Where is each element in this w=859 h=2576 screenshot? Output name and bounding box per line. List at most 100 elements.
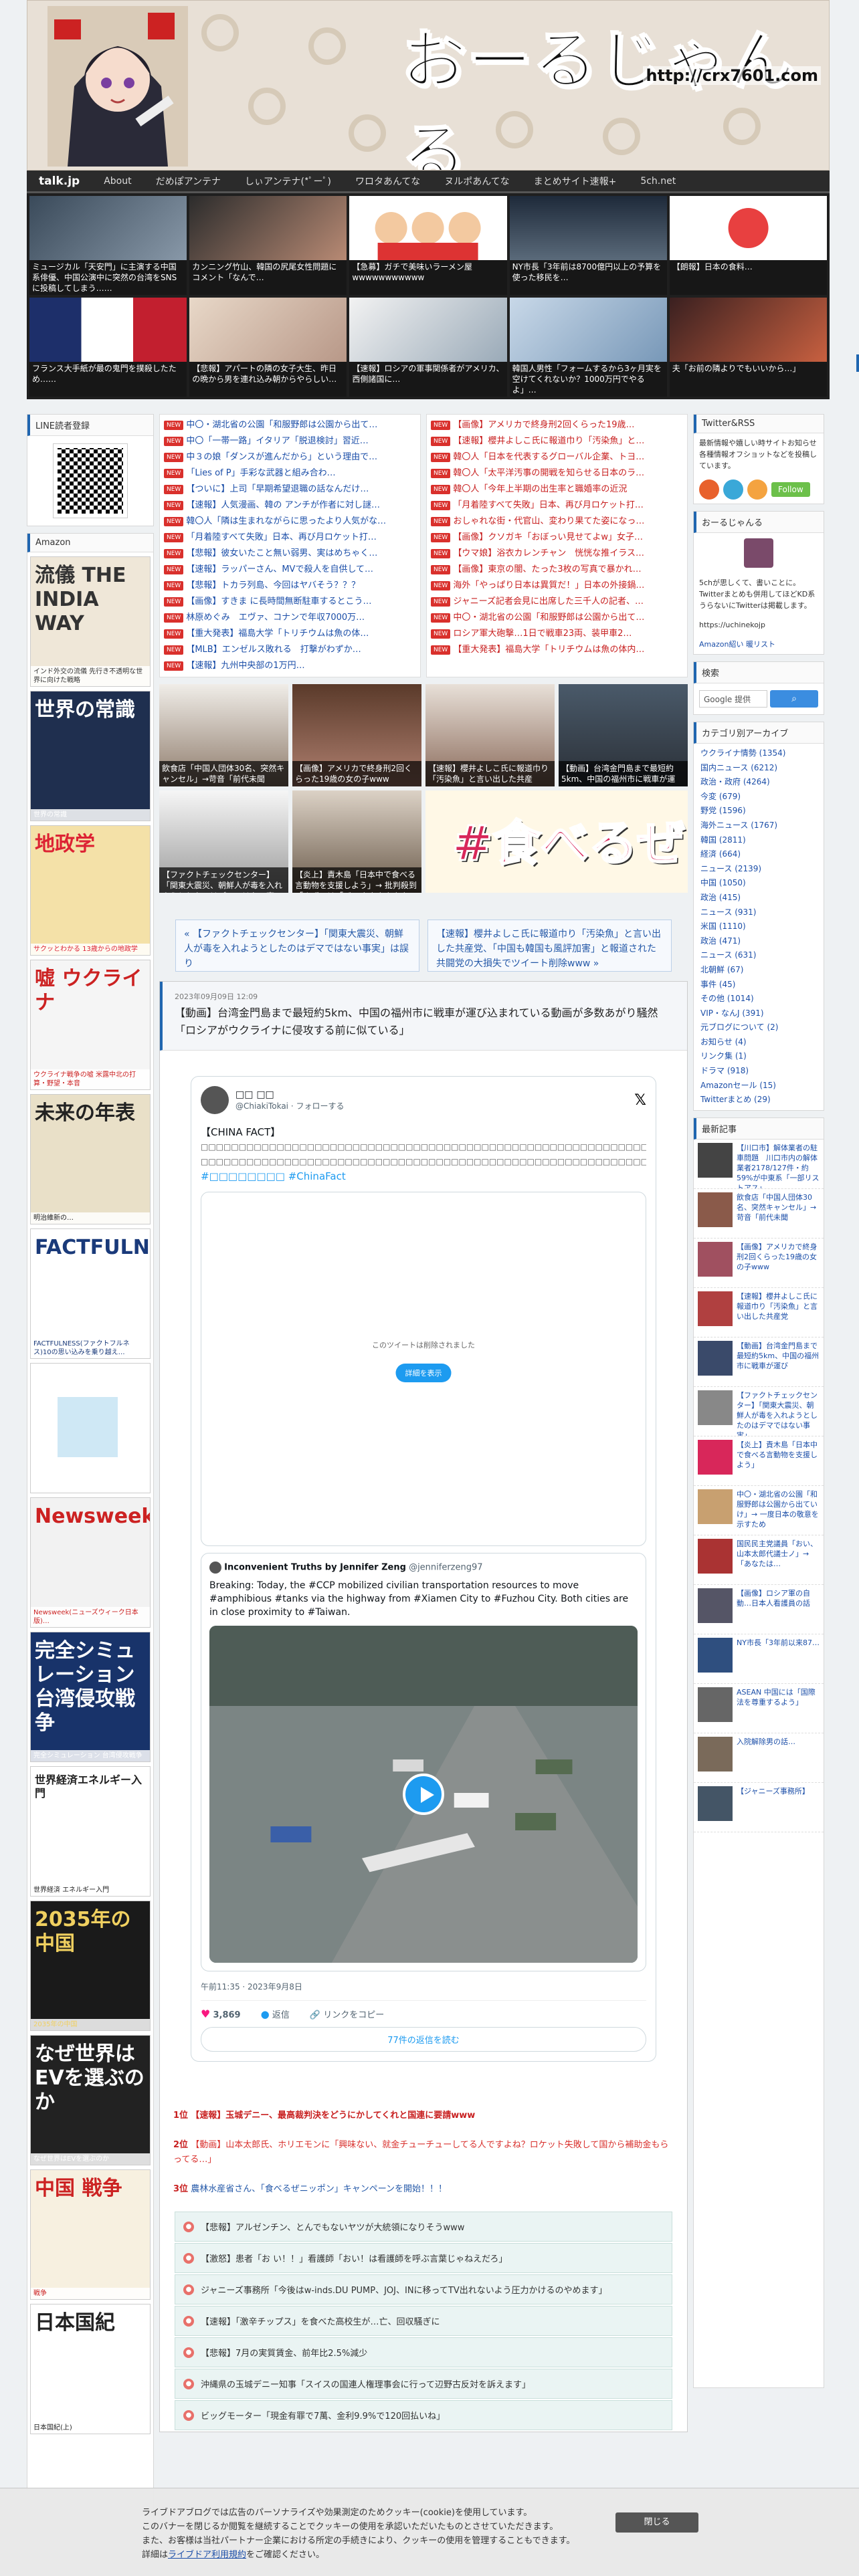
recent-article[interactable]: 【炎上】責木島「日本中で食べる言動物を支援しよう」 xyxy=(694,1436,824,1486)
pickup-thumb[interactable]: ミュージカル「天安門」に主演する中国系俳優、中国公演中に突然の台湾をSNSに投稿… xyxy=(29,196,187,295)
category-link[interactable]: 北朝鮮 (67) xyxy=(694,963,824,978)
article-title[interactable]: 【動画】台湾金門島まで最短約5km、中国の福州市に戦車が運び込まれている動画が多… xyxy=(175,1004,675,1039)
pickup-thumb[interactable]: 夫「お前の隣よりでもいいから…」 xyxy=(669,298,827,397)
recent-article[interactable]: 入院解除男の話… xyxy=(694,1733,824,1783)
headline-item[interactable]: NEW 「月着陸すべて失敗」日本、再び月ロケット打… xyxy=(164,530,416,546)
nav-item-shii-antenna[interactable]: しぃアンテナ(*ﾟーﾟ) xyxy=(233,175,343,188)
copy-link-button[interactable]: 🔗 リンクをコピー xyxy=(310,2008,384,2020)
quote-show-button[interactable]: 詳細を表示 xyxy=(395,1364,452,1382)
next-article-link[interactable]: 【速報】櫻井よしこ氏に報道巾り「汚染魚」と言い出した共産党、「中国も韓国も風評加… xyxy=(427,920,672,972)
embedded-tweet[interactable]: □□ □□ @ChiakiTokai · フォローする 𝕏 【CHINA FAC… xyxy=(191,1076,656,2062)
cookie-close-button[interactable]: 閉じる xyxy=(615,2512,698,2533)
feed-icon[interactable] xyxy=(747,479,767,500)
headline-item[interactable]: NEW 韓〇人「隣は生まれながらに思ったより人気がな… xyxy=(164,514,416,530)
category-link[interactable]: 韓国 (2811) xyxy=(694,833,824,848)
prev-article-link[interactable]: « 【ファクトチェックセンター】「関東大震災、朝鮮人が毒を入れようとしたのはデマ… xyxy=(175,920,419,972)
pickup-thumb[interactable]: 【急募】ガチで美味いラーメン屋wwwwwwwwwww xyxy=(349,196,507,295)
line-qr-code-image[interactable] xyxy=(53,443,128,518)
nav-item-nurupo-antenna[interactable]: ヌルポあんてな xyxy=(432,175,521,188)
related-article-link[interactable]: ● 【速報】「激辛チップス」を食べた高校生が…亡、回収騒ぎに xyxy=(175,2306,672,2336)
tweet-video[interactable] xyxy=(209,1626,638,1963)
picture-link[interactable]: 【動画】台湾金門島まで最短約5km、中国の福州市に戦車が運 xyxy=(559,684,688,786)
related-article-link[interactable]: ● 【悲報】7月の実質賃金、前年比2.5%減少 xyxy=(175,2337,672,2367)
pickup-thumb[interactable]: 【速報】ロシアの軍事関係者がアメリカ、西側諸国に… xyxy=(349,298,507,397)
nav-item-matome-sokuho[interactable]: まとめサイト速報+ xyxy=(522,175,629,188)
site-title[interactable]: おーるじゃんる xyxy=(401,9,829,170)
amazon-book[interactable]: 未来の年表 明治維新の… xyxy=(30,1094,151,1224)
headline-item[interactable]: NEW 【速報】九州中央部の1万円… xyxy=(164,658,416,674)
tweet-timestamp[interactable]: 午前11:35 · 2023年9月8日 xyxy=(201,1981,646,1992)
headline-item[interactable]: NEW 中〇・湖北省の公園「和服野郎は公園から出て… xyxy=(164,417,416,433)
headline-item[interactable]: NEW 【画像】アメリカで終身刑2回くらった19歳… xyxy=(431,417,683,433)
headline-item[interactable]: NEW おしゃれな街・代官山、変わり果てた姿になっ… xyxy=(431,514,683,530)
amazon-book[interactable]: 嘘 ウクライナ ウクライナ戦争の嘘 米露中北の打算・野望・本音 xyxy=(30,960,151,1090)
related-article-link[interactable]: ● 沖縄県の玉城デニー知事「スイスの国連人権理事会に行って辺野古反対を訴えます」 xyxy=(175,2369,672,2399)
amazon-book[interactable]: 中国 戦争 戦争 xyxy=(30,2169,151,2300)
quoted-tweet[interactable]: Inconvenient Truths by Jennifer Zeng @je… xyxy=(201,1553,646,1971)
headline-item[interactable]: NEW 韓〇人「太平洋汚事の開戦を知らせる日本のラ… xyxy=(431,465,683,481)
headline-item[interactable]: NEW 中〇「一帯一路」イタリア「脱退検討」習近… xyxy=(164,433,416,449)
category-link[interactable]: ニュース (631) xyxy=(694,948,824,963)
headline-item[interactable]: NEW 【悲報】トカラ列島、今回はヤバそう？？？ xyxy=(164,578,416,594)
related-article-link[interactable]: ● 【激怒】患者「お い！！」看護師「おい！は看護師を呼ぶ言葉じゃねえだろ」 xyxy=(175,2243,672,2273)
nav-item-damepo-antenna[interactable]: だめぽアンテナ xyxy=(144,175,233,188)
picture-link[interactable]: 【炎上】責木島「日本中で食べる言動物を支援しよう」→ 批判殺到「まず」は「ギャオ… xyxy=(292,790,421,893)
tweet-author-handle[interactable]: @ChiakiTokai · フォローする xyxy=(235,1100,344,1111)
recent-article[interactable]: 【ジャニーズ事務所】 xyxy=(694,1783,824,1832)
category-link[interactable]: Twitterまとめ (29) xyxy=(694,1093,824,1107)
headline-item[interactable]: NEW 「月着陸すべて失敗」日本、再び月ロケット打… xyxy=(431,498,683,514)
twitter-icon[interactable] xyxy=(723,479,743,500)
category-link[interactable]: その他 (1014) xyxy=(694,992,824,1006)
tweet-author-name[interactable]: □□ □□ xyxy=(235,1089,344,1100)
rss-icon[interactable] xyxy=(699,479,719,500)
ranking-item[interactable]: 3位 農林水産省さん、「食べるぜニッポン」キャンペーンを開始！！！ xyxy=(173,2182,674,2197)
amazon-book[interactable]: 流儀 THE INDIA WAY インド外交の流儀 先行き不透明な世界に向けた戦略 xyxy=(30,556,151,687)
amazon-wishlist-link[interactable]: Amazon紹い 暖リスト xyxy=(699,640,775,649)
category-link[interactable]: 元ブログについて (2) xyxy=(694,1021,824,1035)
reply-button[interactable]: ● 返信 xyxy=(261,2008,290,2020)
headline-item[interactable]: NEW 【画像】すきま に長時間無断駐車するとこう… xyxy=(164,594,416,610)
recent-article[interactable]: 【川口市】解体業者の駐車問題 川口市内の解体業者2178/127件・約59%が中… xyxy=(694,1140,824,1189)
category-link[interactable]: ニュース (931) xyxy=(694,905,824,920)
category-link[interactable]: 事件 (45) xyxy=(694,978,824,992)
category-link[interactable]: VIP・なんJ (391) xyxy=(694,1006,824,1021)
amazon-book[interactable]: Newsweek Newsweek(ニューズウィーク日本版)… xyxy=(30,1497,151,1628)
recent-article[interactable]: 【動画】台湾金門島まで最短約5km、中国の福州市に戦車が運び xyxy=(694,1337,824,1387)
headline-item[interactable]: NEW 【ウマ娘】浴衣カレンチャン 恍恍な推イラス… xyxy=(431,546,683,562)
site-url[interactable]: http://crx7601.com xyxy=(643,66,821,85)
headline-item[interactable]: NEW 【速報】ラッパーさん、MVで殺人を自供して… xyxy=(164,562,416,578)
category-link[interactable]: 国内ニュース (6212) xyxy=(694,761,824,776)
headline-item[interactable]: NEW 韓〇人「日本を代表するグローバル企業、トヨ… xyxy=(431,449,683,465)
tweet-hashtags[interactable]: #□□□□□□□□ #ChinaFact xyxy=(201,1169,646,1184)
picture-link-banner[interactable]: #食べるぜ xyxy=(425,790,688,893)
picture-link[interactable]: 【速報】櫻井よしこ氏に報道巾り「汚染魚」と言い出した共産 xyxy=(425,684,555,786)
headline-item[interactable]: NEW ジャニーズ記者会見に出席した三千人の記者、… xyxy=(431,594,683,610)
follow-button[interactable]: Follow xyxy=(771,482,810,497)
headline-item[interactable]: NEW ロシア軍大砲撃…1日で戦車23両、装甲車2… xyxy=(431,626,683,642)
headline-item[interactable]: NEW 【重大発表】福島大学「トリチウムは魚の体内… xyxy=(431,642,683,658)
pickup-thumb[interactable]: 韓国人男性「フォームするから3ヶ月実を空けてくれないか？1000万円でやるよ」… xyxy=(509,298,667,397)
category-link[interactable]: 経済 (664) xyxy=(694,847,824,862)
headline-item[interactable]: NEW 【画像】クソガキ「おぼっい見せてよw」女子… xyxy=(431,530,683,546)
picture-link[interactable]: 【画像】アメリカで終身刑2回くらった19歳の女の子www xyxy=(292,684,421,786)
related-article-link[interactable]: ● ジャニーズ事務所「今後はw-inds.DU PUMP、JOJ、INに移ってTV… xyxy=(175,2274,672,2304)
amazon-book[interactable]: 地政学 サクッとわかる 13歳からの地政学 xyxy=(30,825,151,956)
pickup-thumb[interactable]: フランス大手紙が最の鬼門を撲殺したため…… xyxy=(29,298,187,397)
recent-article[interactable]: 飲食店「中国人団体30名、突然キャンセル」→苛音「前代未聞 xyxy=(694,1189,824,1239)
category-link[interactable]: リンク集 (1) xyxy=(694,1049,824,1064)
x-logo-icon[interactable]: 𝕏 xyxy=(634,1092,646,1109)
amazon-book[interactable]: FACTFULNESS FACTFULNESS(ファクトフルネス)10の思い込みを… xyxy=(30,1228,151,1359)
headline-item[interactable]: NEW 林原めぐみ エヴァ、コナンで年収7000万… xyxy=(164,610,416,626)
category-link[interactable]: 政治 (471) xyxy=(694,934,824,949)
search-input[interactable]: Google 提供 xyxy=(699,690,767,708)
headline-item[interactable]: NEW 海外「やっぱり日本は異質だ！」日本の外接鍋… xyxy=(431,578,683,594)
ranking-item[interactable]: 2位 【動画】山本太郎氏、ホリエモンに「興味ない、就金チューチューしてる人ですよ… xyxy=(173,2138,674,2167)
read-replies-button[interactable]: 77件の返信を読む xyxy=(201,2027,646,2052)
edge-tab[interactable] xyxy=(856,354,859,372)
picture-link[interactable]: 飲食店「中国人団体30名、突然キャンセル」→苛音「前代未聞 xyxy=(159,684,288,786)
category-link[interactable]: 野党 (1596) xyxy=(694,804,824,819)
category-link[interactable]: 海外ニュース (1767) xyxy=(694,819,824,833)
recent-article[interactable]: 国民民主党議員「おい、山本太郎代議士ノ」→ 「あなたは… xyxy=(694,1535,824,1585)
category-link[interactable]: お知らせ (4) xyxy=(694,1035,824,1050)
related-article-link[interactable]: ● 【悲報】アルゼンチン、とんでもないヤツが大統領になりそうwww xyxy=(175,2212,672,2242)
